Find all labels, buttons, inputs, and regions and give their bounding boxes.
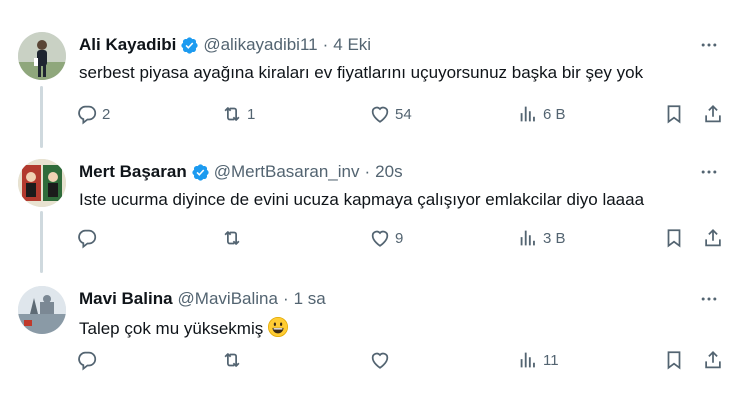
share-icon [705,228,721,247]
retweet-icon [224,231,240,245]
like-button[interactable] [369,348,395,372]
views-button[interactable]: 11 [517,348,559,372]
reply-button[interactable] [76,226,102,250]
bookmark-icon [667,229,681,248]
tweet-header: Mavi Balina @MaviBalina · 1 sa [79,288,710,310]
share-icon [705,104,721,123]
more-options-icon[interactable] [696,159,722,185]
view-count: 6 B [543,105,566,123]
tweet[interactable]: Mert Başaran @MertBasaran_inv · 20s Iste… [0,145,730,270]
bookmark-button[interactable] [663,102,685,126]
view-count: 11 [543,351,559,369]
reply-button[interactable] [76,348,102,372]
view-count: 3 B [543,229,566,247]
views-button[interactable]: 6 B [517,102,566,126]
analytics-icon [520,230,535,246]
reply-icon [78,229,97,249]
bookmark-icon [667,105,681,124]
like-button[interactable]: 9 [369,226,403,250]
tweet-time[interactable]: 1 sa [294,289,326,309]
share-icon [705,350,721,369]
grinning-face-icon [267,316,289,338]
heart-icon [371,352,389,369]
author-name[interactable]: Mert Başaran [79,162,187,182]
separator-dot: · [364,162,371,181]
tweet-header: Mert Başaran @MertBasaran_inv · 20s [79,161,710,183]
bookmark-button[interactable] [663,226,685,250]
separator-dot: · [282,289,289,308]
retweet-button[interactable]: 1 [221,102,255,126]
share-button[interactable] [702,348,724,372]
retweet-count: 1 [247,105,256,123]
avatar[interactable] [18,286,66,334]
bookmark-button[interactable] [663,348,685,372]
author-name[interactable]: Mavi Balina [79,289,173,309]
reply-icon [78,105,97,125]
tweet-text-container: Talep çok mu yüksekmiş [79,316,710,340]
analytics-icon [520,106,535,122]
separator-dot: · [322,35,329,54]
analytics-icon [520,352,535,368]
tweet-actions: 2 1 54 6 B [76,102,721,126]
tweet[interactable]: Ali Kayadibi @alikayadibi11 · 4 Eki serb… [0,18,730,138]
avatar[interactable] [18,32,66,80]
author-handle[interactable]: @MertBasaran_inv [214,162,360,182]
verified-badge-icon [191,163,210,182]
retweet-button[interactable] [221,348,247,372]
verified-badge-icon [180,36,199,55]
heart-icon [371,230,389,247]
share-button[interactable] [702,226,724,250]
reply-count: 2 [102,105,111,123]
tweet-text: Iste ucurma diyince de evini ucuza kapma… [79,190,645,209]
author-name[interactable]: Ali Kayadibi [79,35,176,55]
views-button[interactable]: 3 B [517,226,566,250]
tweet[interactable]: Mavi Balina @MaviBalina · 1 sa Talep çok… [0,272,730,420]
retweet-button[interactable] [221,226,247,250]
more-options-icon[interactable] [696,286,722,312]
bookmark-icon [667,351,681,370]
tweet-header: Ali Kayadibi @alikayadibi11 · 4 Eki [79,34,710,56]
tweet-time[interactable]: 4 Eki [333,35,371,55]
tweet-text: Talep çok mu yüksekmiş [79,319,264,338]
retweet-icon [224,353,240,367]
like-button[interactable]: 54 [369,102,412,126]
tweet-time[interactable]: 20s [375,162,402,182]
tweet-text: serbest piyasa ayağına kiraları ev fiyat… [79,63,644,82]
tweet-actions: 9 3 B [76,226,721,250]
like-count: 54 [395,105,412,123]
author-handle[interactable]: @alikayadibi11 [203,35,317,55]
more-options-icon[interactable] [696,32,722,58]
author-handle[interactable]: @MaviBalina [178,289,278,309]
retweet-icon [224,107,240,121]
heart-icon [371,106,389,123]
like-count: 9 [395,229,404,247]
avatar[interactable] [18,159,66,207]
share-button[interactable] [702,102,724,126]
reply-icon [78,351,97,371]
tweet-actions: 11 [76,348,721,372]
reply-button[interactable]: 2 [76,102,110,126]
